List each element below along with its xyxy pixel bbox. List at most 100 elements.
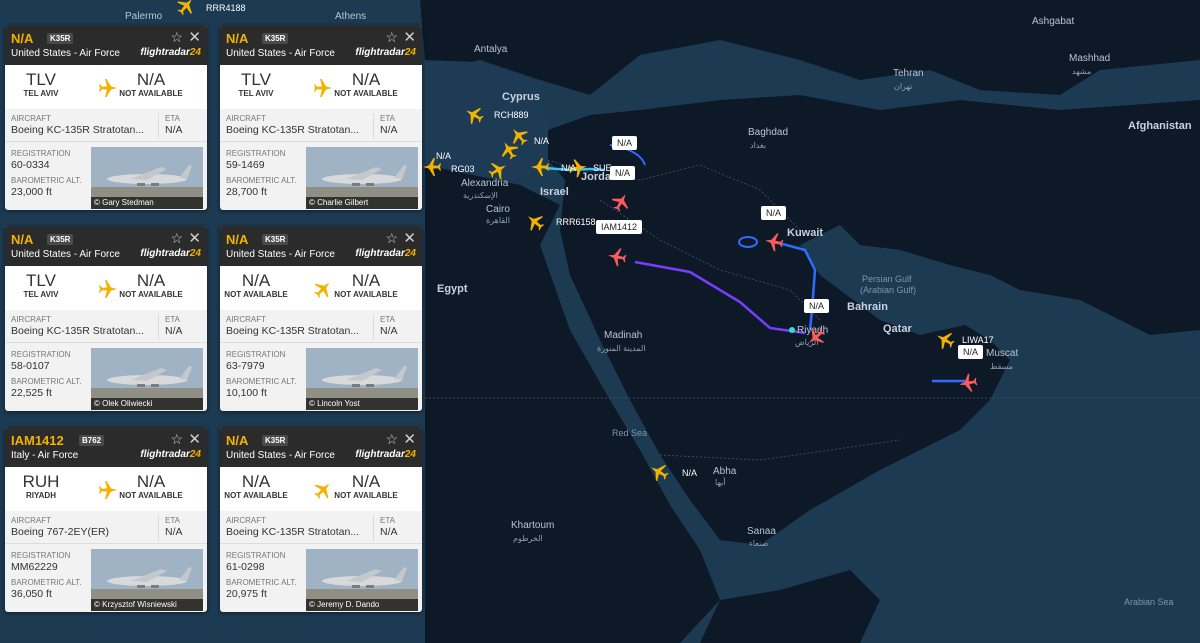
close-icon[interactable]: ✕	[403, 28, 416, 46]
map-label-tehran-ar: تهران	[894, 82, 913, 91]
aircraft-label-na-sub[interactable]: N/A	[561, 163, 576, 173]
map-tag-iam1412[interactable]: IAM1412	[596, 220, 643, 234]
altitude-value: 10,100 ft	[226, 387, 267, 399]
map-tag-kuwait[interactable]: N/A	[761, 206, 787, 220]
divider	[158, 113, 159, 139]
divider	[158, 515, 159, 541]
map-tag-liwa17[interactable]: LIWA17	[962, 335, 994, 345]
flight-card[interactable]: N/A K35R United States - Air Force ☆ ✕ f…	[5, 226, 207, 411]
aircraft-label-sub[interactable]: SUE	[593, 163, 612, 173]
flightradar-logo: flightradar24	[355, 248, 416, 259]
aircraft-model: Boeing KC-135R Stratotan...	[11, 124, 145, 136]
close-icon[interactable]: ✕	[188, 430, 201, 448]
destination-airport: N/A NOT AVAILABLE	[330, 70, 402, 99]
star-icon[interactable]: ☆	[170, 29, 183, 46]
aircraft-label-na-cyprus[interactable]: N/A	[534, 136, 549, 146]
aircraft-type-badge: K35R	[262, 33, 289, 44]
eta-label: ETA	[165, 315, 180, 324]
map-label-israel: Israel	[540, 186, 569, 198]
aircraft-label-rg03[interactable]: RG03	[451, 164, 475, 174]
aircraft-photo[interactable]: © Charlie Gilbert	[306, 147, 418, 209]
star-icon[interactable]: ☆	[385, 431, 398, 448]
aircraft-model: Boeing KC-135R Stratotan...	[226, 124, 360, 136]
star-icon[interactable]: ☆	[170, 230, 183, 247]
map-label-mashhad: Mashhad	[1069, 53, 1111, 64]
map-tag-na-2[interactable]: N/A	[610, 166, 636, 180]
card-header: N/A K35R United States - Air Force ☆ ✕ f…	[220, 226, 422, 266]
aircraft-photo[interactable]: © Lincoln Yost	[306, 348, 418, 410]
flight-card[interactable]: IAM1412 B762 Italy - Air Force ☆ ✕ fligh…	[5, 427, 207, 612]
close-icon[interactable]: ✕	[188, 28, 201, 46]
aircraft-label-rrr6158[interactable]: RRR6158	[556, 217, 596, 227]
flight-card[interactable]: N/A K35R United States - Air Force ☆ ✕ f…	[5, 25, 207, 210]
callsign: N/A	[11, 31, 34, 46]
map-label-riyadh: Riyadh	[797, 325, 829, 336]
aircraft-label: AIRCRAFT	[226, 114, 266, 123]
map-tag-oman[interactable]: N/A	[958, 345, 984, 359]
destination-code: N/A	[136, 70, 166, 89]
flightradar-logo: flightradar24	[355, 47, 416, 58]
photo-credit: © Gary Stedman	[91, 197, 203, 209]
details-section: AIRCRAFT Boeing 767-2EY(ER) ETA N/A REGI…	[5, 511, 207, 611]
origin-code: TLV	[26, 70, 56, 89]
map-label-alexandria-ar: الإسكندرية	[463, 191, 498, 200]
aircraft-label-rch889[interactable]: RCH889	[494, 110, 529, 120]
divider	[5, 141, 207, 142]
details-section: AIRCRAFT Boeing KC-135R Stratotan... ETA…	[220, 109, 422, 209]
map-label-madinah-ar: المدينة المنورة	[597, 344, 646, 353]
route-section: N/A NOT AVAILABLE N/A NOT AVAILABLE	[220, 467, 422, 511]
aircraft-label-na-west[interactable]: N/A	[436, 151, 451, 161]
aircraft-model: Boeing 767-2EY(ER)	[11, 526, 110, 538]
operator-name: United States - Air Force	[11, 249, 120, 260]
close-icon[interactable]: ✕	[403, 430, 416, 448]
star-icon[interactable]: ☆	[385, 230, 398, 247]
destination-code: N/A	[351, 70, 381, 89]
map-tag-riyadh[interactable]: N/A	[804, 299, 830, 313]
close-icon[interactable]: ✕	[403, 229, 416, 247]
map-label-antalya: Antalya	[474, 44, 508, 55]
divider	[373, 314, 374, 340]
aircraft-photo[interactable]: © Gary Stedman	[91, 147, 203, 209]
route-section: TLV TEL AVIV N/A NOT AVAILABLE	[5, 65, 207, 109]
altitude-label: BAROMETRIC ALT.	[226, 578, 297, 587]
card-header: IAM1412 B762 Italy - Air Force ☆ ✕ fligh…	[5, 427, 207, 467]
map-label-cyprus: Cyprus	[502, 91, 540, 103]
star-icon[interactable]: ☆	[385, 29, 398, 46]
eta-value: N/A	[165, 124, 183, 136]
origin-code: N/A	[241, 271, 271, 290]
altitude-label: BAROMETRIC ALT.	[226, 176, 297, 185]
altitude-label: BAROMETRIC ALT.	[11, 176, 82, 185]
map-label-palermo: Palermo	[125, 11, 163, 22]
altitude-value: 22,525 ft	[11, 387, 52, 399]
close-icon[interactable]: ✕	[188, 229, 201, 247]
card-header: N/A K35R United States - Air Force ☆ ✕ f…	[220, 25, 422, 65]
destination-name: NOT AVAILABLE	[334, 89, 398, 98]
callsign: N/A	[226, 433, 249, 448]
star-icon[interactable]: ☆	[170, 431, 183, 448]
aircraft-label: AIRCRAFT	[11, 315, 51, 324]
aircraft-label-rrr4188[interactable]: RRR4188	[206, 3, 246, 13]
map-label-egypt: Egypt	[437, 283, 468, 295]
map-tag-na-1[interactable]: N/A	[612, 136, 638, 150]
map-label-sanaa: Sanaa	[747, 526, 776, 537]
aircraft-model: Boeing KC-135R Stratotan...	[11, 325, 145, 337]
divider	[5, 543, 207, 544]
flight-card[interactable]: N/A K35R United States - Air Force ☆ ✕ f…	[220, 427, 422, 612]
map-label-persian-gulf: Persian Gulf	[862, 274, 912, 284]
destination-name: NOT AVAILABLE	[334, 491, 398, 500]
flightradar-logo: flightradar24	[355, 449, 416, 460]
flight-card[interactable]: N/A K35R United States - Air Force ☆ ✕ f…	[220, 226, 422, 411]
destination-airport: N/A NOT AVAILABLE	[330, 473, 402, 501]
aircraft-label-na-abha[interactable]: N/A	[682, 468, 697, 478]
destination-airport: N/A NOT AVAILABLE	[115, 272, 187, 300]
aircraft-photo[interactable]: © Krzysztof Wisniewski	[91, 549, 203, 611]
map-label-madinah: Madinah	[604, 330, 643, 341]
origin-airport: N/A NOT AVAILABLE	[220, 271, 292, 300]
map-label-cairo-ar: القاهرة	[486, 216, 510, 225]
aircraft-photo[interactable]: © Jeremy D. Dando	[306, 549, 418, 611]
callsign: N/A	[11, 232, 34, 247]
eta-value: N/A	[380, 325, 398, 337]
flight-card[interactable]: N/A K35R United States - Air Force ☆ ✕ f…	[220, 25, 422, 210]
aircraft-photo[interactable]: © Olek Oliwiecki	[91, 348, 203, 410]
altitude-label: BAROMETRIC ALT.	[11, 377, 82, 386]
